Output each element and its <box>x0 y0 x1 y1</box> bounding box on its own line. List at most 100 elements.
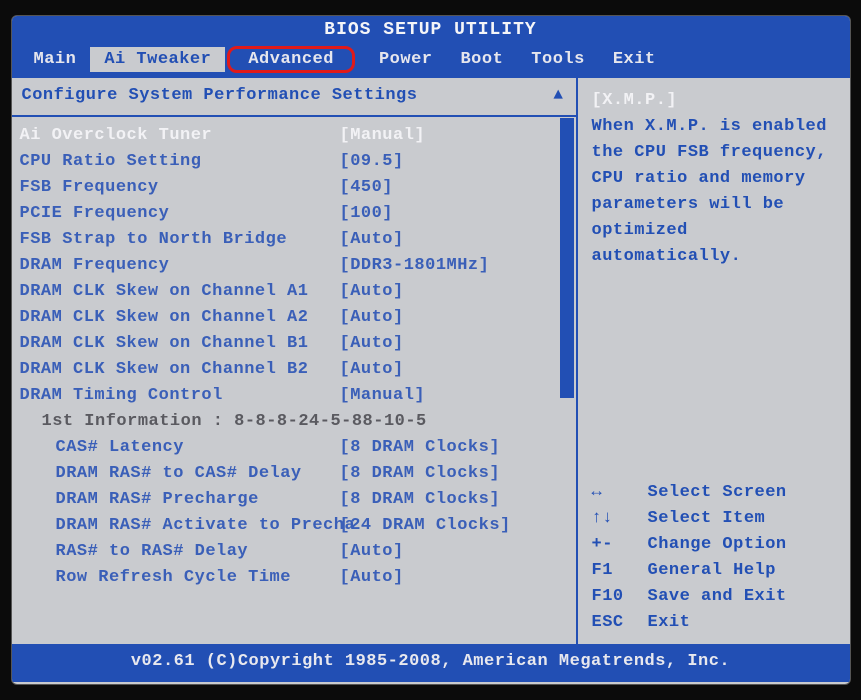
settings-list: Ai Overclock Tuner [Manual] CPU Ratio Se… <box>12 117 576 591</box>
setting-label: DRAM RAS# Activate to Precha <box>20 513 340 539</box>
setting-pcie-frequency[interactable]: PCIE Frequency [100] <box>20 201 570 227</box>
setting-label: DRAM CLK Skew on Channel A1 <box>20 279 340 305</box>
setting-value: [Auto] <box>340 305 404 331</box>
setting-label: CPU Ratio Setting <box>20 149 340 175</box>
tab-ai-tweaker[interactable]: Ai Tweaker <box>90 47 225 72</box>
setting-label: DRAM CLK Skew on Channel B2 <box>20 357 340 383</box>
help-line: automatically. <box>592 244 840 270</box>
footer: v02.61 (C)Copyright 1985-2008, American … <box>12 644 850 682</box>
setting-value: [09.5] <box>340 149 404 175</box>
setting-label: CAS# Latency <box>20 435 340 461</box>
legend-general-help: F1 General Help <box>592 558 844 584</box>
legend-desc: Save and Exit <box>648 584 787 610</box>
settings-panel: Configure System Performance Settings ▲ … <box>12 78 578 644</box>
setting-value: [8 DRAM Clocks] <box>340 461 501 487</box>
key-legend: ↔ Select Screen ↑↓ Select Item +- Change… <box>578 478 850 644</box>
scrollbar-thumb[interactable] <box>560 118 574 398</box>
setting-value: [DDR3-1801MHz] <box>340 253 490 279</box>
setting-label: DRAM CLK Skew on Channel A2 <box>20 305 340 331</box>
setting-label: Row Refresh Cycle Time <box>20 565 340 591</box>
setting-value: [Manual] <box>340 383 426 409</box>
legend-exit: ESC Exit <box>592 610 844 636</box>
setting-row-refresh[interactable]: Row Refresh Cycle Time [Auto] <box>20 565 570 591</box>
setting-label: Ai Overclock Tuner <box>20 123 340 149</box>
legend-desc: Select Screen <box>648 480 787 506</box>
setting-label: FSB Frequency <box>20 175 340 201</box>
tab-tools[interactable]: Tools <box>517 47 599 72</box>
setting-label: DRAM Timing Control <box>20 383 340 409</box>
setting-label: DRAM RAS# Precharge <box>20 487 340 513</box>
tab-boot[interactable]: Boot <box>446 47 517 72</box>
setting-value: [Auto] <box>340 565 404 591</box>
tab-bar: Main Ai Tweaker Advanced Power Boot Tool… <box>12 42 850 76</box>
setting-ras-precharge[interactable]: DRAM RAS# Precharge [8 DRAM Clocks] <box>20 487 570 513</box>
setting-value: [24 DRAM Clocks] <box>340 513 511 539</box>
legend-select-item: ↑↓ Select Item <box>592 506 844 532</box>
setting-fsb-frequency[interactable]: FSB Frequency [450] <box>20 175 570 201</box>
help-line: CPU ratio and memory <box>592 166 840 192</box>
legend-desc: General Help <box>648 558 776 584</box>
setting-label: DRAM Frequency <box>20 253 340 279</box>
tab-advanced[interactable]: Advanced <box>227 46 355 73</box>
setting-cas-latency[interactable]: CAS# Latency [8 DRAM Clocks] <box>20 435 570 461</box>
legend-key: ↑↓ <box>592 506 648 532</box>
setting-dram-timing[interactable]: DRAM Timing Control [Manual] <box>20 383 570 409</box>
timing-info: 1st Information : 8-8-8-24-5-88-10-5 <box>20 409 570 435</box>
help-line: optimized <box>592 218 840 244</box>
setting-value: [8 DRAM Clocks] <box>340 487 501 513</box>
legend-change-option: +- Change Option <box>592 532 844 558</box>
setting-ai-overclock-tuner[interactable]: Ai Overclock Tuner [Manual] <box>20 123 570 149</box>
help-line: When X.M.P. is enabled <box>592 114 840 140</box>
setting-label: DRAM CLK Skew on Channel B1 <box>20 331 340 357</box>
setting-dram-clk-b2[interactable]: DRAM CLK Skew on Channel B2 [Auto] <box>20 357 570 383</box>
panel-title: Configure System Performance Settings <box>22 86 418 105</box>
tab-main[interactable]: Main <box>20 47 91 72</box>
setting-value: [Auto] <box>340 279 404 305</box>
legend-desc: Exit <box>648 610 691 636</box>
scroll-up-icon[interactable]: ▲ <box>553 86 565 104</box>
help-text: [X.M.P.] When X.M.P. is enabled the CPU … <box>578 78 850 478</box>
legend-desc: Change Option <box>648 532 787 558</box>
setting-fsb-strap[interactable]: FSB Strap to North Bridge [Auto] <box>20 227 570 253</box>
panel-header: Configure System Performance Settings ▲ <box>12 78 576 117</box>
setting-value: [8 DRAM Clocks] <box>340 435 501 461</box>
setting-dram-frequency[interactable]: DRAM Frequency [DDR3-1801MHz] <box>20 253 570 279</box>
legend-key: F1 <box>592 558 648 584</box>
setting-ras-to-ras[interactable]: RAS# to RAS# Delay [Auto] <box>20 539 570 565</box>
bios-window: BIOS SETUP UTILITY Main Ai Tweaker Advan… <box>11 15 851 685</box>
legend-save-exit: F10 Save and Exit <box>592 584 844 610</box>
setting-value: [100] <box>340 201 394 227</box>
help-line: the CPU FSB frequency, <box>592 140 840 166</box>
workspace: Configure System Performance Settings ▲ … <box>12 78 850 644</box>
setting-dram-clk-a2[interactable]: DRAM CLK Skew on Channel A2 [Auto] <box>20 305 570 331</box>
setting-value: [Auto] <box>340 227 404 253</box>
setting-dram-clk-b1[interactable]: DRAM CLK Skew on Channel B1 [Auto] <box>20 331 570 357</box>
setting-cpu-ratio[interactable]: CPU Ratio Setting [09.5] <box>20 149 570 175</box>
legend-key: ↔ <box>592 480 648 506</box>
legend-key: +- <box>592 532 648 558</box>
legend-desc: Select Item <box>648 506 766 532</box>
setting-value: [Auto] <box>340 539 404 565</box>
setting-value: [450] <box>340 175 394 201</box>
help-title: [X.M.P.] <box>592 88 840 114</box>
scrollbar[interactable] <box>560 118 574 644</box>
help-panel: [X.M.P.] When X.M.P. is enabled the CPU … <box>578 78 850 644</box>
legend-key: ESC <box>592 610 648 636</box>
legend-key: F10 <box>592 584 648 610</box>
setting-label: RAS# to RAS# Delay <box>20 539 340 565</box>
setting-label: FSB Strap to North Bridge <box>20 227 340 253</box>
tab-power[interactable]: Power <box>365 47 447 72</box>
setting-value: [Auto] <box>340 331 404 357</box>
setting-ras-activate[interactable]: DRAM RAS# Activate to Precha [24 DRAM Cl… <box>20 513 570 539</box>
legend-select-screen: ↔ Select Screen <box>592 480 844 506</box>
help-line: parameters will be <box>592 192 840 218</box>
setting-value: [Manual] <box>340 123 426 149</box>
setting-dram-clk-a1[interactable]: DRAM CLK Skew on Channel A1 [Auto] <box>20 279 570 305</box>
setting-ras-to-cas[interactable]: DRAM RAS# to CAS# Delay [8 DRAM Clocks] <box>20 461 570 487</box>
setting-label: PCIE Frequency <box>20 201 340 227</box>
tab-exit[interactable]: Exit <box>599 47 670 72</box>
setting-value: [Auto] <box>340 357 404 383</box>
setting-label: DRAM RAS# to CAS# Delay <box>20 461 340 487</box>
top-bar: BIOS SETUP UTILITY Main Ai Tweaker Advan… <box>12 16 850 78</box>
app-title: BIOS SETUP UTILITY <box>12 16 850 42</box>
